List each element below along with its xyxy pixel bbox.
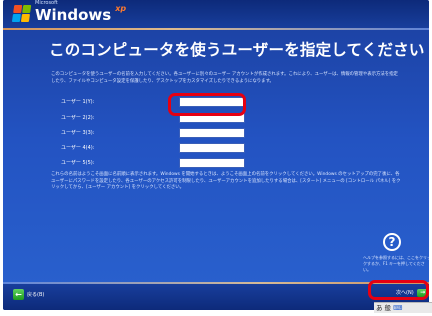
help-text[interactable]: ヘルプを参照するには、ここをクリックするか、F1 キーを押してください。 (363, 255, 429, 273)
footer-band (3, 284, 429, 310)
user-2-input[interactable] (179, 113, 245, 123)
user-3-input[interactable] (179, 128, 245, 138)
ime-pad-icon[interactable]: ⌨ (393, 304, 402, 312)
user-3-label: ユーザー 3(3): (61, 130, 95, 136)
user-1-label: ユーザー 1(Y): (61, 99, 95, 105)
next-label: 次へ(N) (396, 290, 414, 296)
note-text: これらの名前はようこそ画面に名前順に表示されます。Windows を開始するとき… (51, 172, 401, 191)
logo-xp-text: xp (115, 3, 127, 13)
user-5-label: ユーザー 5(5): (61, 160, 95, 166)
ime-language-bar[interactable]: あ 般 ⌨ (374, 302, 432, 313)
logo-windows-text: Windows (35, 6, 112, 24)
user-4-input[interactable] (179, 143, 245, 153)
header-divider (3, 28, 429, 30)
back-arrow-icon: ← (13, 288, 24, 300)
windows-logo: Microsoft Windows xp (11, 0, 127, 25)
back-label: 戻る(B) (27, 291, 45, 298)
screen: Microsoft Windows xp このコンピュータを使うユーザーを指定し… (0, 0, 432, 316)
ime-mode-hiragana[interactable]: あ (376, 304, 383, 312)
user-5-input[interactable] (179, 158, 245, 168)
setup-window: Microsoft Windows xp このコンピュータを使うユーザーを指定し… (3, 0, 429, 310)
back-button[interactable]: ← 戻る(B) (13, 288, 44, 300)
ime-conversion-mode[interactable]: 般 (385, 304, 392, 312)
user-1-input[interactable] (179, 97, 245, 107)
next-arrow-icon: → (416, 288, 429, 297)
windows-flag-icon (11, 5, 33, 23)
user-4-label: ユーザー 4(4): (61, 145, 95, 151)
user-2-label: ユーザー 2(2): (61, 115, 95, 121)
intro-text: このコンピュータを使うユーザーの名前を入力してください。各ユーザーに別々のユーザ… (51, 72, 398, 84)
help-icon[interactable]: ? (383, 233, 401, 251)
page-title: このコンピュータを使うユーザーを指定してください (49, 41, 425, 59)
next-button[interactable]: 次へ(N) → (396, 287, 429, 298)
